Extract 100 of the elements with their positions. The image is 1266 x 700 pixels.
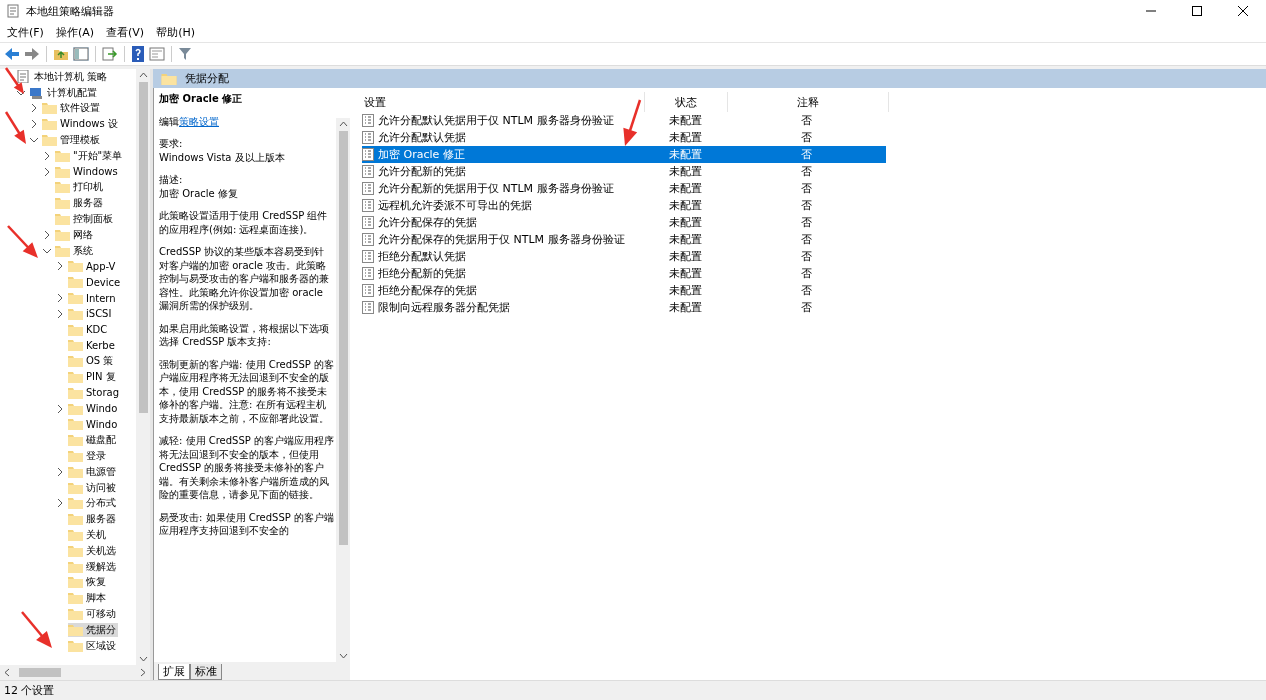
scroll-down-icon[interactable] — [338, 653, 348, 659]
scroll-left-icon[interactable] — [4, 668, 10, 677]
tree-item[interactable]: 缓解选 — [68, 559, 118, 574]
scroll-thumb[interactable] — [19, 668, 61, 677]
column-header[interactable]: 注释 — [728, 92, 889, 112]
table-row[interactable]: 允许分配保存的凭据用于仅 NTLM 服务器身份验证 未配置 否 — [362, 231, 886, 248]
description-paragraph: CredSSP 协议的某些版本容易受到针对客户端的加密 oracle 攻击。此策略控制与易受攻击的客户端和服务器的兼容性。此策略允许你设置加密 oracle 漏洞所需的保护级别。 — [159, 245, 330, 313]
setting-icon — [362, 199, 374, 212]
tree-item[interactable]: 系统 — [55, 243, 95, 258]
table-row[interactable]: 拒绝分配新的凭据 未配置 否 — [362, 265, 886, 282]
expander-icon[interactable] — [56, 467, 64, 476]
setting-name: 拒绝分配默认凭据 — [378, 249, 466, 264]
tree-item[interactable]: 控制面板 — [55, 212, 115, 227]
tree-item[interactable]: PIN 复 — [68, 370, 118, 385]
tree-item[interactable]: Windo — [68, 402, 120, 415]
tree-item[interactable]: 凭据分 — [68, 622, 118, 637]
tree-item[interactable]: Windows — [55, 165, 120, 178]
expander-icon[interactable] — [30, 120, 38, 129]
view-tab[interactable]: 标准 — [190, 664, 222, 680]
tree-item[interactable]: Windows 设 — [42, 117, 120, 132]
tree-item[interactable]: 登录 — [68, 449, 108, 463]
expander-icon[interactable] — [56, 262, 64, 271]
forward-arrow-icon[interactable] — [24, 47, 40, 61]
tree-item[interactable]: 关机 — [68, 528, 108, 542]
folder-icon — [68, 418, 83, 431]
tree-item[interactable]: 服务器 — [68, 512, 118, 527]
scroll-up-icon[interactable] — [138, 72, 148, 78]
folder-icon — [68, 639, 83, 652]
table-row[interactable]: 允许分配新的凭据 未配置 否 — [362, 163, 886, 180]
tree-item[interactable]: 打印机 — [55, 180, 105, 195]
tree-item[interactable]: 电源管 — [68, 464, 118, 479]
scroll-right-icon[interactable] — [140, 668, 146, 677]
tree-item[interactable]: 区域设 — [68, 638, 118, 653]
scroll-down-icon[interactable] — [138, 656, 148, 662]
tree-item[interactable]: 分布式 — [68, 496, 118, 511]
policy-settings-link[interactable]: 策略设置 — [179, 115, 219, 127]
menu-item[interactable]: 操作(A) — [50, 24, 100, 40]
tree-item[interactable]: 恢复 — [68, 575, 108, 590]
table-row[interactable]: 远程机允许委派不可导出的凭据 未配置 否 — [362, 197, 886, 214]
tree-item[interactable]: KDC — [68, 323, 110, 336]
tree-item[interactable]: 软件设置 — [42, 101, 102, 116]
column-header[interactable]: 设置 — [362, 92, 645, 112]
setting-name: 加密 Oracle 修正 — [378, 147, 465, 162]
table-row[interactable]: 允许分配默认凭据用于仅 NTLM 服务器身份验证 未配置 否 — [362, 112, 886, 129]
tree-item[interactable]: 本地计算机 策略 — [16, 69, 110, 84]
table-row[interactable]: 限制向远程服务器分配凭据 未配置 否 — [362, 299, 886, 316]
export-list-icon[interactable] — [102, 47, 118, 61]
tree-item[interactable]: "开始"菜单 — [55, 148, 125, 163]
state-cell-text: 未配置 — [667, 232, 703, 247]
tree-item[interactable]: 磁盘配 — [68, 433, 118, 448]
tree-item[interactable]: 脚本 — [68, 591, 108, 606]
close-icon[interactable] — [1238, 6, 1248, 16]
tree-item[interactable]: Intern — [68, 292, 118, 305]
tree-item[interactable]: 可移动 — [68, 607, 118, 621]
folder-icon — [68, 323, 83, 336]
tree-item[interactable]: Device — [68, 276, 123, 289]
tree-item[interactable]: 计算机配置 — [29, 85, 99, 100]
folder-icon — [68, 371, 83, 384]
expander-icon[interactable] — [43, 151, 51, 160]
scroll-thumb[interactable] — [338, 131, 348, 546]
table-row[interactable]: 允许分配新的凭据用于仅 NTLM 服务器身份验证 未配置 否 — [362, 180, 886, 197]
tree-item[interactable]: 访问被 — [68, 480, 118, 495]
table-row[interactable]: 拒绝分配默认凭据 未配置 否 — [362, 248, 886, 265]
setting-name: 允许分配新的凭据用于仅 NTLM 服务器身份验证 — [378, 181, 614, 196]
table-row[interactable]: 允许分配默认凭据 未配置 否 — [362, 129, 886, 146]
expander-icon[interactable] — [30, 136, 38, 145]
tree-item[interactable]: 关机选 — [68, 543, 118, 558]
expander-icon[interactable] — [43, 230, 51, 239]
expander-icon[interactable] — [56, 309, 64, 318]
table-row[interactable]: 允许分配保存的凭据 未配置 否 — [362, 214, 886, 231]
menu-item[interactable]: 文件(F) — [2, 24, 49, 40]
scroll-up-icon[interactable] — [338, 121, 348, 127]
view-tab[interactable]: 扩展 — [158, 664, 190, 680]
maximize-icon[interactable] — [1192, 6, 1202, 16]
tree-item[interactable]: App-V — [68, 260, 118, 273]
table-row[interactable]: 加密 Oracle 修正 未配置 否 — [362, 146, 886, 163]
expander-icon[interactable] — [43, 167, 51, 176]
menu-item[interactable]: 帮助(H) — [151, 24, 200, 40]
help-icon[interactable] — [131, 46, 145, 62]
tree-item[interactable]: Windo — [68, 418, 120, 431]
expander-icon[interactable] — [30, 104, 38, 113]
back-arrow-icon[interactable] — [4, 47, 20, 61]
expander-icon[interactable] — [56, 404, 64, 413]
filter-icon[interactable] — [178, 47, 192, 61]
expander-icon[interactable] — [56, 294, 64, 303]
tree-item[interactable]: OS 策 — [68, 354, 116, 369]
menu-item[interactable]: 查看(V) — [101, 24, 150, 40]
folder-up-icon[interactable] — [53, 47, 69, 61]
scroll-thumb[interactable] — [138, 82, 148, 413]
tree-item[interactable]: 服务器 — [55, 196, 105, 211]
table-row[interactable]: 拒绝分配保存的凭据 未配置 否 — [362, 282, 886, 299]
tree-item[interactable]: iSCSI — [68, 307, 114, 320]
tree-item[interactable]: Storag — [68, 386, 121, 399]
tree-item[interactable]: 网络 — [55, 227, 95, 242]
tree-item[interactable]: Kerbe — [68, 339, 117, 352]
column-header[interactable]: 状态 — [645, 92, 728, 112]
expander-icon[interactable] — [56, 499, 64, 508]
tree-item[interactable]: 管理模板 — [42, 133, 102, 148]
setting-name: 允许分配默认凭据 — [378, 130, 466, 145]
expander-icon[interactable] — [43, 246, 51, 255]
